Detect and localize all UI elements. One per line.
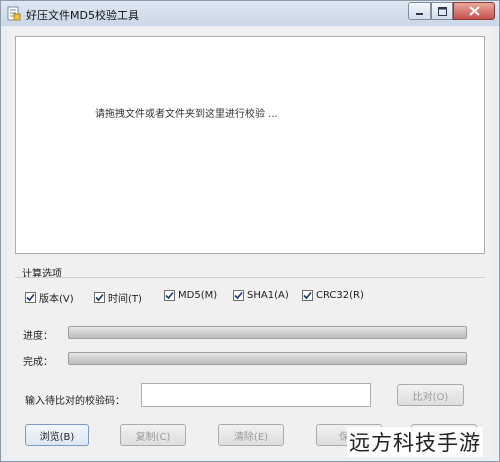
option-sha1-label: SHA1(A) [247,290,289,301]
option-crc32[interactable]: CRC32(R) [302,290,364,301]
title-bar[interactable]: 好压文件MD5校验工具 [1,1,499,26]
options-group: 版本(V) 时间(T) MD5(M) SHA1(A) CRC32(R) [15,277,485,317]
app-window: 好压文件MD5校验工具 请拖拽文件或者文件夹到这里进行校验 ... 计算选项 版… [0,0,500,462]
option-time-label: 时间(T) [108,294,142,305]
maximize-button[interactable] [431,2,453,20]
checkbox-version[interactable] [25,292,36,303]
watermark-text: 远方科技手游 [347,427,483,457]
option-md5[interactable]: MD5(M) [164,290,217,301]
checkbox-sha1[interactable] [233,290,244,301]
checkbox-crc32[interactable] [302,290,313,301]
hash-input[interactable] [141,383,371,407]
client-area: 请拖拽文件或者文件夹到这里进行校验 ... 计算选项 版本(V) 时间(T) M… [7,27,493,457]
option-version-label: 版本(V) [39,294,74,305]
checkbox-md5[interactable] [164,290,175,301]
maximize-icon [437,6,447,16]
clear-button[interactable]: 清除(E) [218,424,284,446]
window-title: 好压文件MD5校验工具 [26,9,139,22]
option-crc32-label: CRC32(R) [316,290,364,301]
check-icon [95,293,104,302]
copy-button[interactable]: 复制(C) [120,424,186,446]
progress-label: 进度： [23,331,53,342]
close-icon [468,6,480,16]
option-md5-label: MD5(M) [178,290,218,301]
complete-label: 完成： [23,357,53,368]
compare-button[interactable]: 比对(O) [397,384,464,406]
app-icon [7,6,21,21]
complete-bar [68,352,467,365]
option-version[interactable]: 版本(V) [25,290,74,305]
hash-input-label: 输入待比对的校验码： [25,396,125,407]
option-sha1[interactable]: SHA1(A) [233,290,289,301]
check-icon [234,291,243,300]
browse-button[interactable]: 浏览(B) [25,424,89,446]
close-button[interactable] [453,2,495,20]
option-time[interactable]: 时间(T) [94,290,142,305]
check-icon [165,291,174,300]
drop-hint: 请拖拽文件或者文件夹到这里进行校验 ... [95,109,278,120]
check-icon [303,291,312,300]
minimize-button[interactable] [408,2,431,20]
progress-bar [68,326,467,339]
minimize-icon [416,12,423,15]
check-icon [26,293,35,302]
checkbox-time[interactable] [94,292,105,303]
drop-zone[interactable]: 请拖拽文件或者文件夹到这里进行校验 ... [15,36,485,254]
